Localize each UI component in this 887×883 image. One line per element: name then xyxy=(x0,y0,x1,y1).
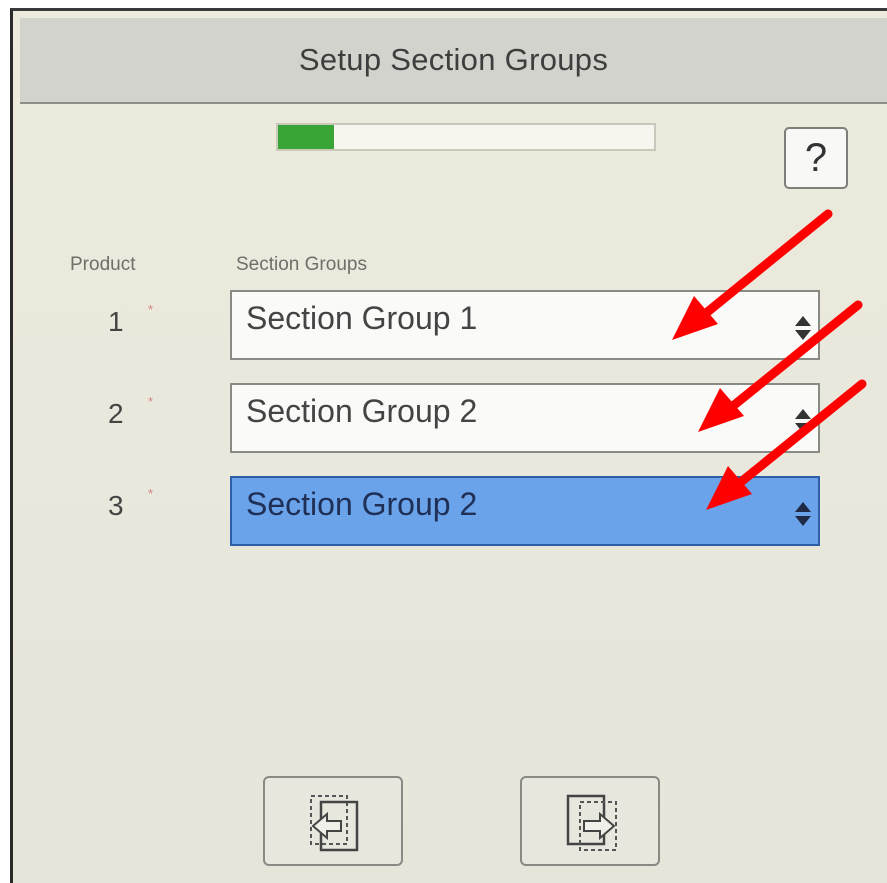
annotation-arrow xyxy=(672,209,833,340)
next-button[interactable] xyxy=(520,776,660,866)
back-button[interactable] xyxy=(263,776,403,866)
page-back-icon xyxy=(310,795,359,852)
annotation-arrows xyxy=(672,209,867,510)
annotation-arrow xyxy=(698,300,863,432)
page-next-icon xyxy=(566,794,617,851)
